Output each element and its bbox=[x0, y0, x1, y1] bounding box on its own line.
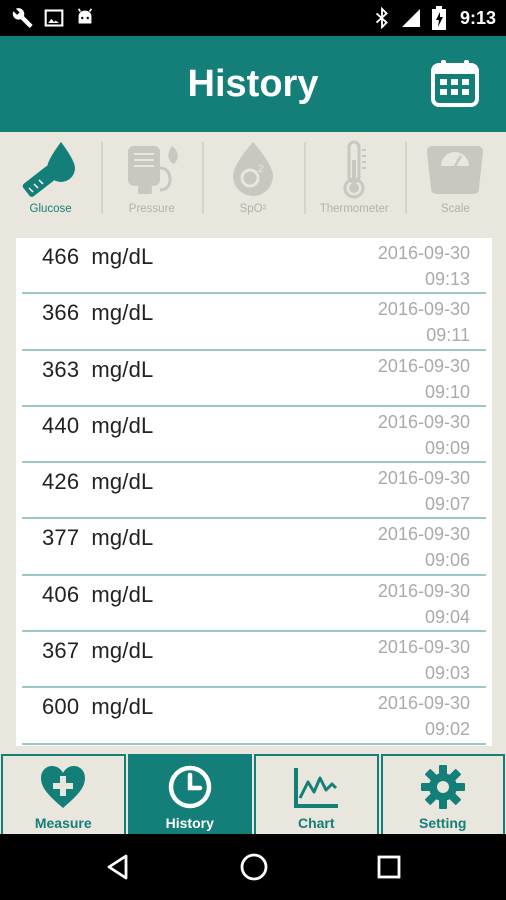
reading-value: 367 bbox=[42, 638, 80, 664]
status-time: 9:13 bbox=[459, 7, 496, 28]
signal-icon bbox=[401, 9, 420, 27]
reading-unit: mg/dL bbox=[91, 581, 154, 607]
category-label: Glucose bbox=[29, 203, 72, 215]
reading-unit: mg/dL bbox=[91, 244, 154, 269]
reading-date: 2016-09-30 bbox=[377, 411, 470, 432]
chart-icon bbox=[294, 768, 339, 808]
system-nav-bar bbox=[0, 834, 506, 900]
tab-label: Measure bbox=[34, 815, 92, 831]
list-item[interactable]: 426 mg/dL 2016-09-30 09:07 bbox=[22, 463, 486, 520]
reading-unit: mg/dL bbox=[91, 638, 154, 664]
reading-time: 09:06 bbox=[424, 550, 470, 571]
list-item[interactable]: 440 mg/dL 2016-09-30 09:09 bbox=[22, 407, 486, 464]
android-icon bbox=[77, 8, 93, 24]
reading-value: 426 bbox=[42, 469, 80, 495]
reading-time: 09:03 bbox=[424, 663, 470, 684]
category-glucose[interactable]: Glucose bbox=[0, 132, 101, 224]
reading-value: 377 bbox=[42, 525, 80, 551]
reading-unit: mg/dL bbox=[91, 469, 154, 495]
category-label: Scale bbox=[441, 203, 470, 215]
reading-time: 09:02 bbox=[424, 719, 470, 740]
glucose-meter-icon bbox=[22, 142, 75, 197]
app-bar: History bbox=[0, 36, 506, 132]
recents-icon[interactable] bbox=[376, 854, 402, 880]
battery-icon bbox=[431, 6, 446, 30]
tab-chart[interactable]: Chart bbox=[254, 754, 379, 834]
calendar-icon[interactable] bbox=[430, 58, 480, 108]
category-scale[interactable]: Scale bbox=[404, 132, 506, 224]
reading-unit: mg/dL bbox=[91, 356, 154, 382]
list-item[interactable]: 366 mg/dL 2016-09-30 09:11 bbox=[22, 294, 486, 351]
heart-plus-icon bbox=[41, 766, 86, 808]
back-icon[interactable] bbox=[104, 853, 132, 881]
reading-date: 2016-09-30 bbox=[377, 524, 470, 545]
reading-time: 09:10 bbox=[424, 381, 470, 402]
image-icon bbox=[44, 9, 64, 27]
tab-label: Chart bbox=[297, 815, 335, 831]
category-thermometer[interactable]: Thermometer bbox=[303, 132, 405, 224]
reading-value: 406 bbox=[42, 581, 80, 607]
clock-icon bbox=[168, 765, 211, 809]
gear-icon bbox=[420, 765, 465, 809]
reading-date: 2016-09-30 bbox=[377, 355, 470, 376]
wrench-icon bbox=[12, 8, 33, 28]
reading-time: 09:11 bbox=[426, 325, 470, 346]
reading-unit: mg/dL bbox=[91, 300, 154, 326]
reading-date: 2016-09-30 bbox=[377, 693, 470, 714]
tab-history[interactable]: History bbox=[127, 754, 252, 834]
bluetooth-icon bbox=[375, 7, 388, 29]
list-item[interactable]: 367 mg/dL 2016-09-30 09:03 bbox=[22, 632, 486, 689]
reading-unit: mg/dL bbox=[91, 525, 154, 551]
reading-value: 366 bbox=[42, 300, 80, 326]
tab-setting[interactable]: Setting bbox=[380, 754, 505, 834]
reading-unit: mg/dL bbox=[91, 694, 154, 720]
category-pressure[interactable]: Pressure bbox=[101, 132, 202, 224]
status-bar: 9:13 bbox=[0, 0, 506, 36]
thermometer-icon bbox=[343, 140, 367, 199]
reading-value: 363 bbox=[42, 356, 80, 382]
history-list[interactable]: 466 mg/dL 2016-09-30 09:13 366 mg/dL 2016-… bbox=[16, 238, 492, 746]
category-label: Thermometer bbox=[319, 203, 389, 215]
blood-pressure-icon bbox=[127, 146, 178, 194]
reading-date: 2016-09-30 bbox=[377, 299, 470, 320]
tab-label: Setting bbox=[419, 815, 467, 831]
scale-icon bbox=[427, 146, 484, 194]
oxygen-drop-icon: 2 bbox=[233, 142, 273, 196]
reading-date: 2016-09-30 bbox=[377, 580, 470, 601]
svg-text:2: 2 bbox=[258, 164, 264, 175]
list-item[interactable]: 363 mg/dL 2016-09-30 09:10 bbox=[22, 351, 486, 407]
bottom-nav: Measure History Chart Setting bbox=[0, 754, 506, 834]
list-item[interactable]: 377 mg/dL 2016-09-30 09:06 bbox=[22, 519, 486, 576]
reading-value: 466 bbox=[42, 244, 80, 269]
reading-time: 09:09 bbox=[424, 437, 470, 458]
reading-time: 09:07 bbox=[424, 494, 470, 515]
tab-measure[interactable]: Measure bbox=[1, 754, 126, 834]
list-item[interactable]: 406 mg/dL 2016-09-30 09:04 bbox=[22, 576, 486, 633]
list-item[interactable]: 600 mg/dL 2016-09-30 09:02 bbox=[22, 688, 486, 745]
reading-date: 2016-09-30 bbox=[377, 243, 470, 263]
reading-value: 440 bbox=[42, 412, 80, 438]
category-tabs: Glucose Pressure 2 SpO² Thermometer Scal… bbox=[0, 132, 506, 224]
reading-time: 09:04 bbox=[424, 606, 470, 627]
reading-date: 2016-09-30 bbox=[377, 637, 470, 658]
category-label: Pressure bbox=[128, 203, 175, 215]
home-icon[interactable] bbox=[239, 852, 269, 882]
tab-label: History bbox=[165, 815, 214, 831]
category-label: SpO² bbox=[239, 203, 267, 215]
category-spo2[interactable]: 2 SpO² bbox=[202, 132, 303, 224]
reading-unit: mg/dL bbox=[91, 412, 154, 438]
reading-value: 600 bbox=[42, 694, 80, 720]
reading-time: 09:13 bbox=[424, 269, 470, 289]
reading-date: 2016-09-30 bbox=[377, 468, 470, 489]
list-item[interactable]: 466 mg/dL 2016-09-30 09:13 bbox=[22, 238, 486, 295]
